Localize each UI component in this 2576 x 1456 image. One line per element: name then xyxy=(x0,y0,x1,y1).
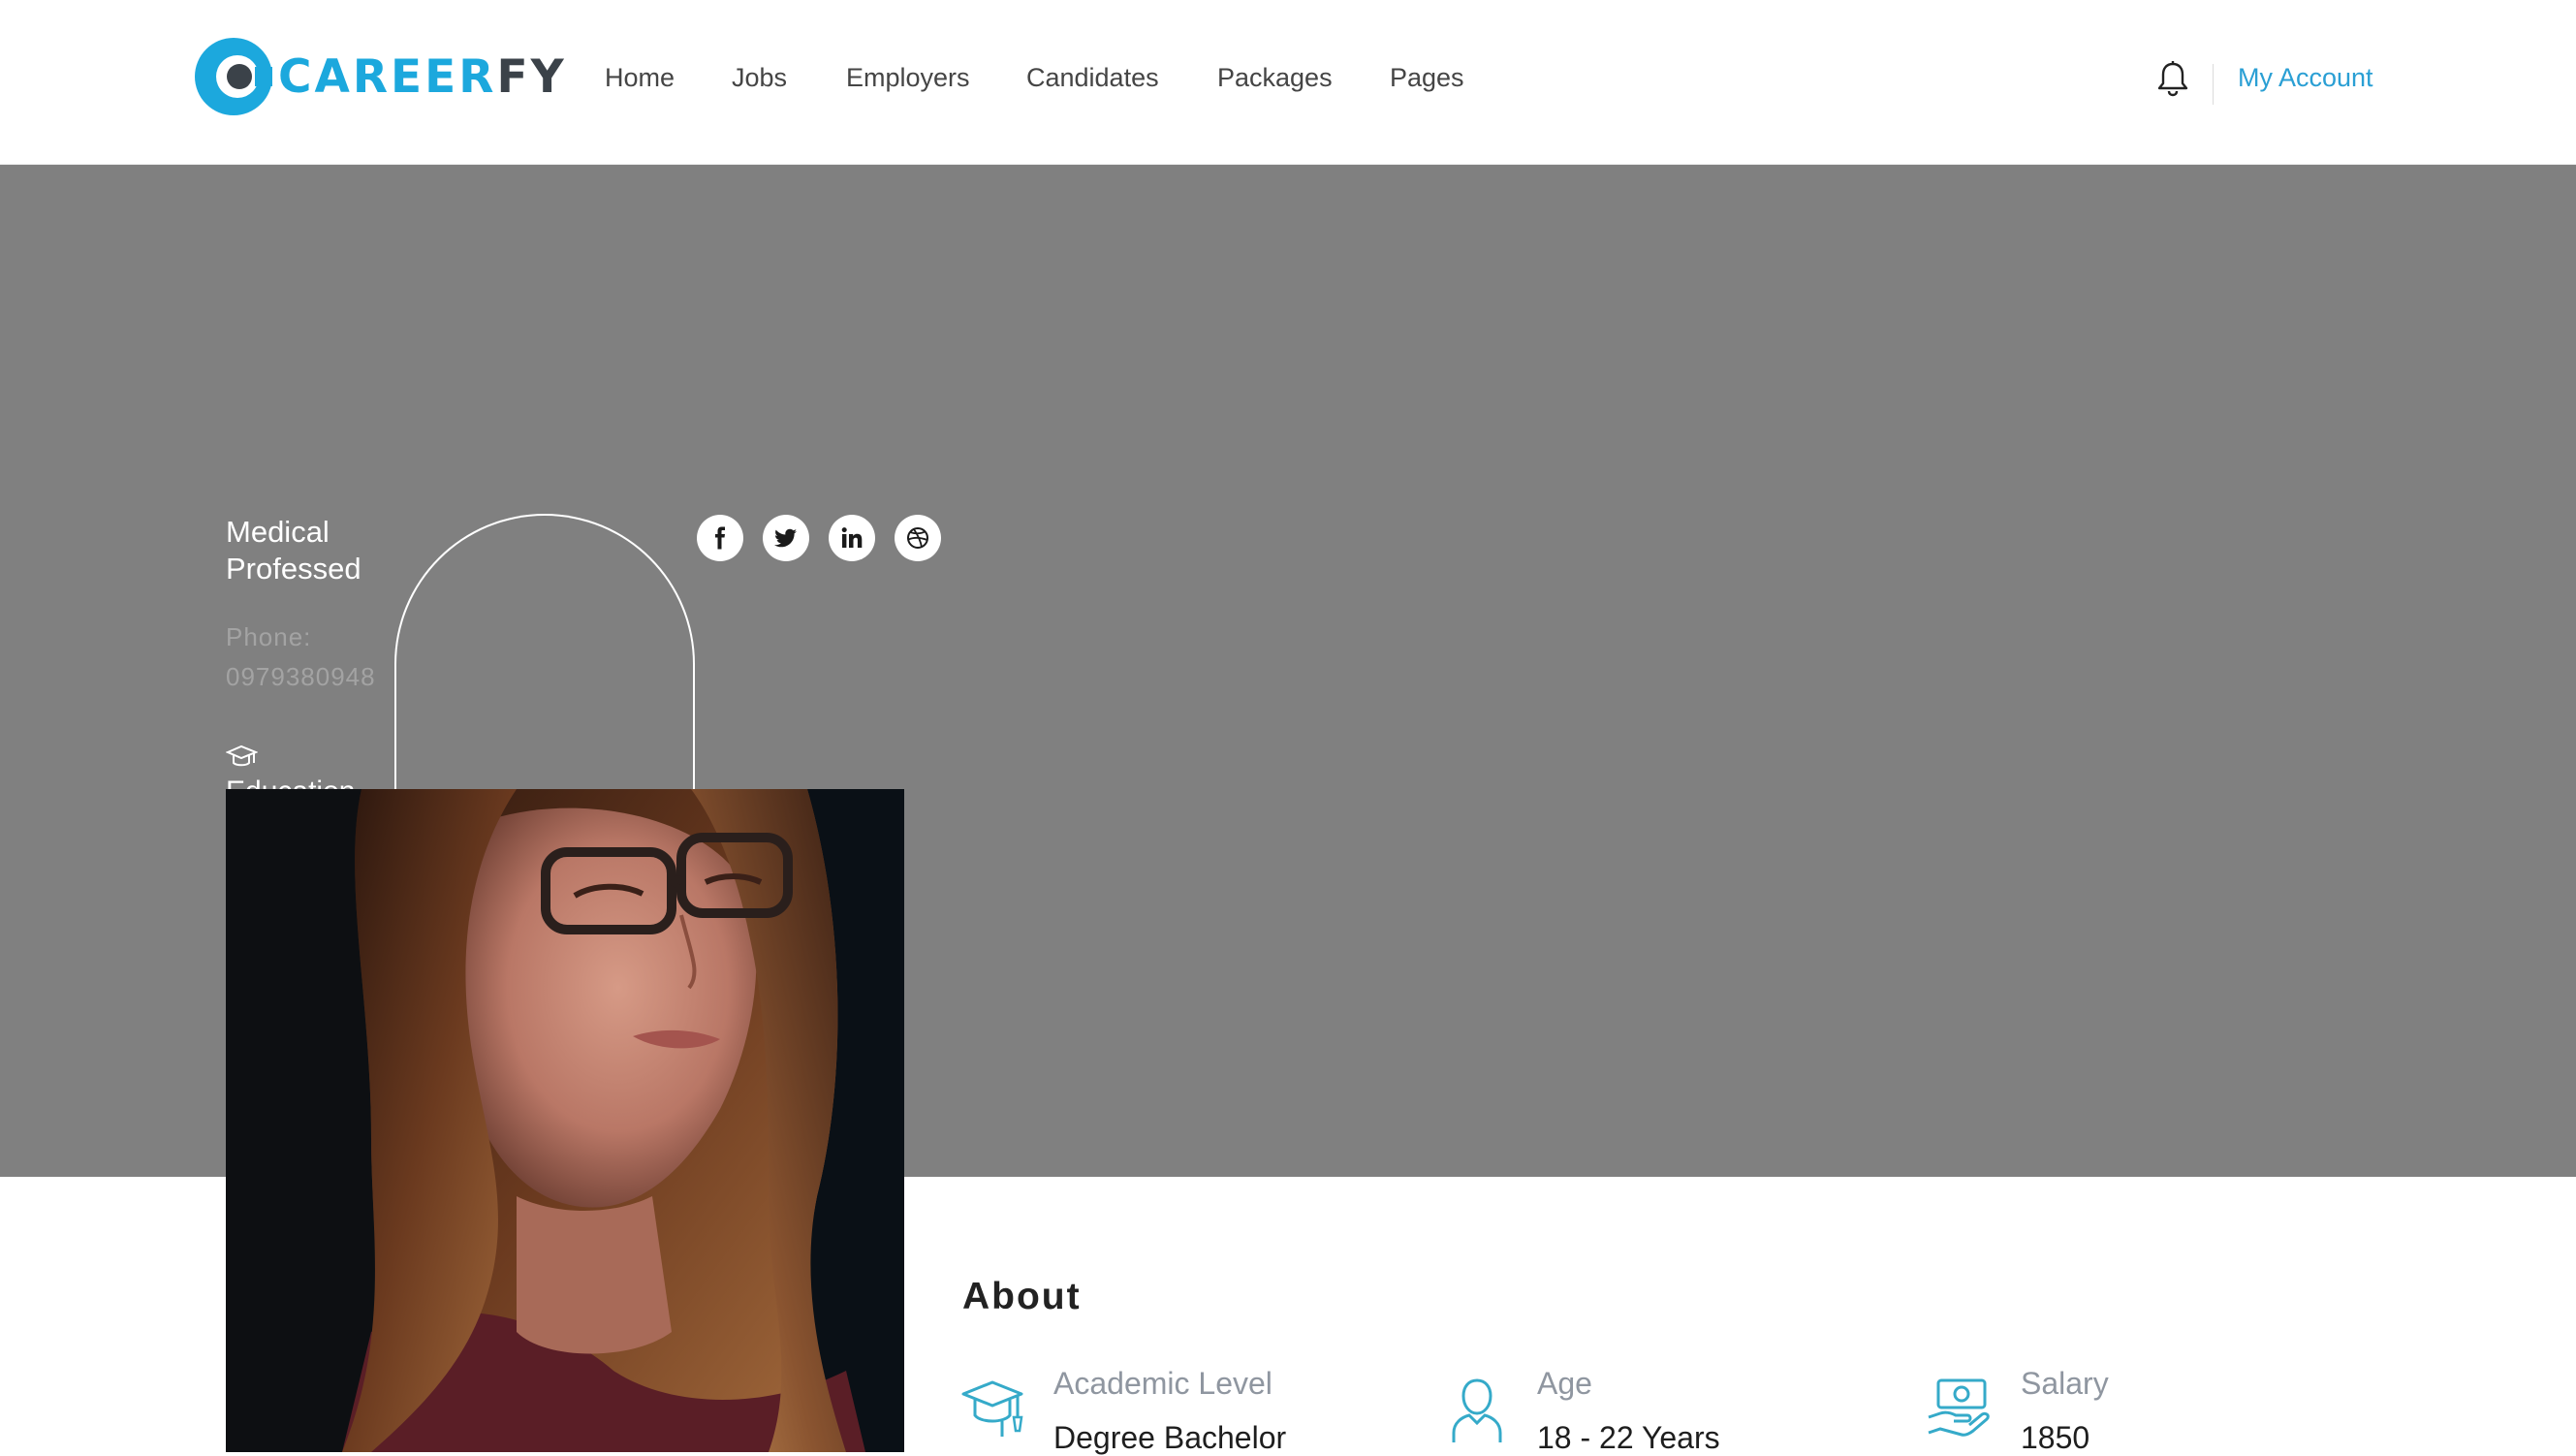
about-title: About xyxy=(962,1276,1082,1317)
nav-item-candidates[interactable]: Candidates xyxy=(1026,58,1159,97)
academic-level-label: Academic Level xyxy=(1053,1366,1272,1401)
logo[interactable]: CAREERFY xyxy=(195,38,567,115)
nav-item-jobs[interactable]: Jobs xyxy=(732,58,787,97)
logo-text: CAREERFY xyxy=(278,50,567,104)
nav-item-pages[interactable]: Pages xyxy=(1390,58,1464,97)
age-label: Age xyxy=(1537,1366,1592,1401)
site-header: CAREERFY Home Jobs Employers Candidates … xyxy=(0,0,2576,165)
graduation-cap-icon xyxy=(226,744,258,767)
dribbble-button[interactable] xyxy=(895,515,941,561)
nav-item-employers[interactable]: Employers xyxy=(846,58,970,97)
candidate-photo-image xyxy=(226,789,904,1452)
graduation-cap-icon xyxy=(961,1380,1023,1437)
logo-text-fy: FY xyxy=(496,49,567,104)
academic-level-value: Degree Bachelor xyxy=(1053,1420,1287,1455)
salary-label: Salary xyxy=(2021,1366,2109,1401)
linkedin-icon xyxy=(841,527,863,548)
nav-item-home[interactable]: Home xyxy=(605,58,675,97)
age-value: 18 - 22 Years xyxy=(1537,1420,1720,1455)
candidate-phone: Phone: 0979380948 xyxy=(226,622,376,691)
twitter-button[interactable] xyxy=(763,515,809,561)
facebook-icon xyxy=(715,526,725,550)
linkedin-button[interactable] xyxy=(829,515,875,561)
facebook-button[interactable] xyxy=(697,515,743,561)
user-icon xyxy=(1452,1378,1502,1442)
candidate-photo xyxy=(226,789,904,1452)
candidate-title: Medical Professed xyxy=(226,515,361,586)
logo-text-career: CAREER xyxy=(278,49,497,104)
header-divider xyxy=(2213,64,2214,105)
dribbble-icon xyxy=(907,527,928,549)
salary-icon xyxy=(1928,1378,1990,1437)
logo-mark-icon xyxy=(195,38,272,115)
salary-value: 1850 xyxy=(2021,1420,2090,1455)
twitter-icon xyxy=(774,528,797,548)
bell-icon[interactable] xyxy=(2156,60,2189,97)
nav-item-packages[interactable]: Packages xyxy=(1217,58,1333,97)
my-account-link[interactable]: My Account xyxy=(2238,58,2373,97)
